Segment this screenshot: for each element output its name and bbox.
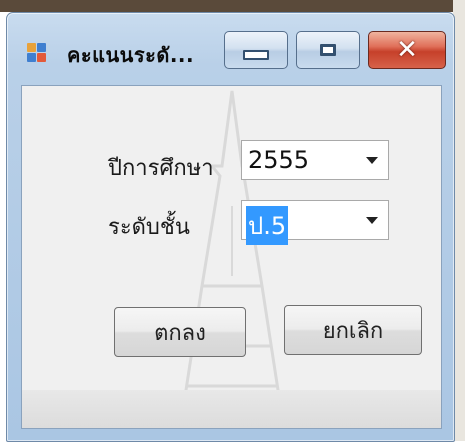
chevron-down-icon[interactable] (366, 217, 378, 224)
minimize-button[interactable] (224, 31, 288, 69)
close-icon: ✕ (396, 35, 418, 65)
title-bar[interactable]: คะแนนระดั... ✕ (7, 13, 454, 85)
ok-button[interactable]: ตกลง (114, 307, 246, 357)
chevron-down-icon[interactable] (366, 157, 378, 164)
app-icon[interactable] (27, 43, 47, 63)
level-label: ระดับชั้น (108, 215, 190, 240)
level-combobox[interactable]: ป.5 (241, 200, 389, 245)
dialog-window: คะแนนระดั... ✕ ปีการศึกษา 2555 ระดับชั้น… (6, 12, 455, 442)
cancel-button[interactable]: ยกเลิก (284, 305, 422, 355)
dialog-footer (22, 390, 441, 428)
year-label: ปีการศึกษา (108, 156, 214, 181)
year-combobox[interactable]: 2555 (241, 140, 389, 180)
dialog-client-area: ปีการศึกษา 2555 ระดับชั้น ป.5 ตกลง ยกเลิ… (21, 85, 442, 429)
minimize-icon (243, 50, 269, 60)
desktop-background (0, 0, 465, 12)
window-title: คะแนนระดั... (67, 43, 195, 67)
level-value: ป.5 (246, 206, 289, 245)
close-button[interactable]: ✕ (368, 31, 446, 69)
maximize-button[interactable] (296, 31, 360, 69)
watermark-logo (180, 90, 284, 418)
year-value: 2555 (248, 146, 310, 174)
maximize-icon (320, 44, 336, 56)
